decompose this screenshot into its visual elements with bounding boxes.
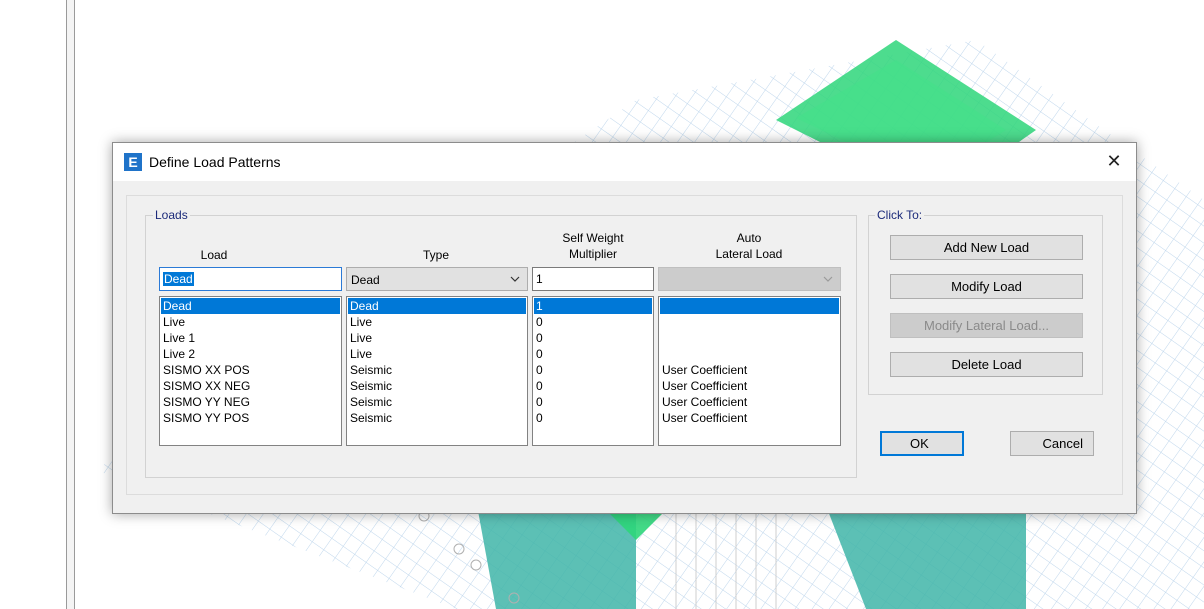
col-head-auto-line1: Auto xyxy=(736,231,762,245)
list-item-multiplier[interactable]: 0 xyxy=(534,330,652,346)
add-new-load-button[interactable]: Add New Load xyxy=(890,235,1083,260)
col-head-type: Type xyxy=(422,248,449,262)
dialog-titlebar[interactable]: E Define Load Patterns ✕ xyxy=(113,143,1136,181)
col-head-self-weight-line2: Multiplier xyxy=(568,247,617,261)
chevron-down-icon xyxy=(509,272,521,289)
delete-load-button[interactable]: Delete Load xyxy=(890,352,1083,377)
list-item-load[interactable]: SISMO XX POS xyxy=(161,362,340,378)
self-weight-multiplier-list[interactable]: 10000000 xyxy=(532,296,654,446)
list-item-multiplier[interactable]: 0 xyxy=(534,362,652,378)
list-item-multiplier[interactable]: 0 xyxy=(534,394,652,410)
ok-button[interactable]: OK xyxy=(880,431,964,456)
list-item-auto[interactable] xyxy=(660,298,839,314)
list-item-type[interactable]: Live xyxy=(348,330,526,346)
list-item-multiplier[interactable]: 1 xyxy=(534,298,652,314)
self-weight-multiplier-value: 1 xyxy=(536,272,543,286)
list-item-auto[interactable]: User Coefficient xyxy=(660,362,839,378)
click-to-group-legend: Click To: xyxy=(875,208,925,222)
list-item-auto[interactable]: User Coefficient xyxy=(660,410,839,426)
load-name-value: Dead xyxy=(163,272,194,286)
list-item-load[interactable]: Live 1 xyxy=(161,330,340,346)
list-item-load[interactable]: SISMO XX NEG xyxy=(161,378,340,394)
cancel-button[interactable]: Cancel xyxy=(1010,431,1094,456)
load-type-list[interactable]: Dead Live Live Live Seismic Seismic Seismic Sei… xyxy=(346,296,528,446)
list-item-type[interactable]: Live xyxy=(348,314,526,330)
list-item-type[interactable]: Live xyxy=(348,346,526,362)
loads-group-legend: Loads xyxy=(153,208,190,222)
list-item-multiplier[interactable]: 0 xyxy=(534,314,652,330)
load-type-value: Dead xyxy=(351,273,380,287)
list-item-load[interactable]: Dead xyxy=(161,298,340,314)
load-type-select[interactable]: Dead xyxy=(346,267,528,291)
col-head-self-weight: Self Weight Multiplier xyxy=(533,230,653,262)
viewport-left-border xyxy=(66,0,75,609)
list-item-load[interactable]: SISMO YY POS xyxy=(161,410,340,426)
col-head-load: Load xyxy=(200,248,228,262)
close-icon[interactable]: ✕ xyxy=(1102,149,1126,173)
load-name-list[interactable]: Dead Live Live 1 Live 2 SISMO XX POS SISMO XX… xyxy=(159,296,342,446)
dialog-title: Define Load Patterns xyxy=(149,154,281,170)
define-load-patterns-dialog: E Define Load Patterns ✕ Loads Load Type… xyxy=(112,142,1137,514)
list-item-auto[interactable] xyxy=(660,314,839,330)
list-item-auto[interactable]: User Coefficient xyxy=(660,378,839,394)
list-item-load[interactable]: SISMO YY NEG xyxy=(161,394,340,410)
auto-lateral-load-list[interactable]: User Coefficient User Coefficient User Coe… xyxy=(658,296,841,446)
list-item-type[interactable]: Seismic xyxy=(348,394,526,410)
col-head-auto-lateral: Auto Lateral Load xyxy=(689,230,809,262)
chevron-down-icon xyxy=(822,272,834,289)
load-name-input[interactable]: Dead xyxy=(159,267,342,291)
list-item-type[interactable]: Seismic xyxy=(348,410,526,426)
list-item-multiplier[interactable]: 0 xyxy=(534,346,652,362)
modify-load-button[interactable]: Modify Load xyxy=(890,274,1083,299)
list-item-auto[interactable] xyxy=(660,330,839,346)
list-item-type[interactable]: Seismic xyxy=(348,378,526,394)
etabs-app-icon: E xyxy=(124,153,142,171)
list-item-load[interactable]: Live 2 xyxy=(161,346,340,362)
self-weight-multiplier-input[interactable]: 1 xyxy=(532,267,654,291)
list-item-auto[interactable]: User Coefficient xyxy=(660,394,839,410)
modify-lateral-load-button[interactable]: Modify Lateral Load... xyxy=(890,313,1083,338)
col-head-auto-line2: Lateral Load xyxy=(715,247,783,261)
list-item-multiplier[interactable]: 0 xyxy=(534,378,652,394)
list-item-type[interactable]: Dead xyxy=(348,298,526,314)
auto-lateral-load-select[interactable] xyxy=(658,267,841,291)
list-item-auto[interactable] xyxy=(660,346,839,362)
list-item-multiplier[interactable]: 0 xyxy=(534,410,652,426)
col-head-self-weight-line1: Self Weight xyxy=(562,231,624,245)
list-item-type[interactable]: Seismic xyxy=(348,362,526,378)
list-item-load[interactable]: Live xyxy=(161,314,340,330)
